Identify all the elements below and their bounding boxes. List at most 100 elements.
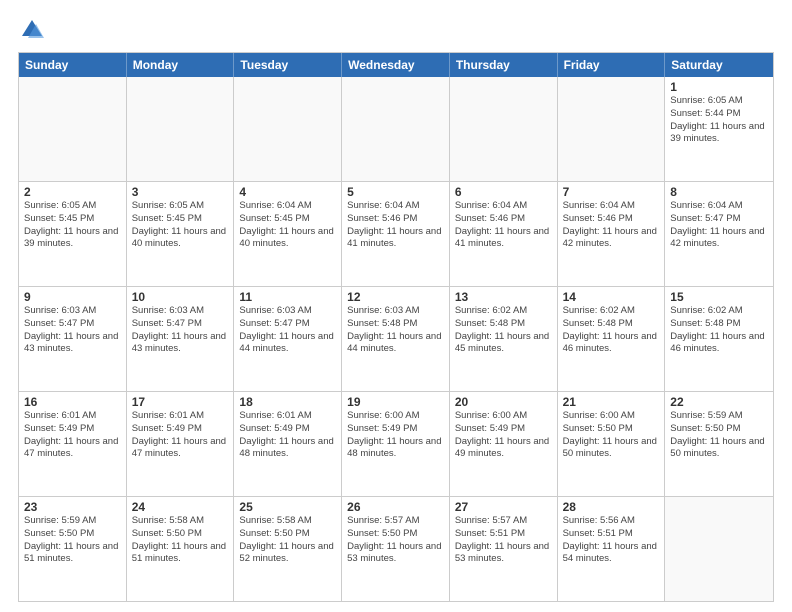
calendar-cell: 12Sunrise: 6:03 AM Sunset: 5:48 PM Dayli… <box>342 287 450 391</box>
day-info: Sunrise: 6:03 AM Sunset: 5:48 PM Dayligh… <box>347 305 444 356</box>
day-info: Sunrise: 6:02 AM Sunset: 5:48 PM Dayligh… <box>455 305 552 356</box>
day-number: 9 <box>24 290 121 304</box>
calendar-week-2: 2Sunrise: 6:05 AM Sunset: 5:45 PM Daylig… <box>19 181 773 286</box>
day-info: Sunrise: 6:03 AM Sunset: 5:47 PM Dayligh… <box>239 305 336 356</box>
calendar-cell: 10Sunrise: 6:03 AM Sunset: 5:47 PM Dayli… <box>127 287 235 391</box>
calendar-cell: 13Sunrise: 6:02 AM Sunset: 5:48 PM Dayli… <box>450 287 558 391</box>
page: SundayMondayTuesdayWednesdayThursdayFrid… <box>0 0 792 612</box>
calendar-cell: 20Sunrise: 6:00 AM Sunset: 5:49 PM Dayli… <box>450 392 558 496</box>
day-info: Sunrise: 5:57 AM Sunset: 5:50 PM Dayligh… <box>347 515 444 566</box>
day-info: Sunrise: 6:04 AM Sunset: 5:45 PM Dayligh… <box>239 200 336 251</box>
calendar-body: 1Sunrise: 6:05 AM Sunset: 5:44 PM Daylig… <box>19 77 773 601</box>
day-number: 6 <box>455 185 552 199</box>
day-number: 4 <box>239 185 336 199</box>
day-number: 14 <box>563 290 660 304</box>
calendar-cell: 9Sunrise: 6:03 AM Sunset: 5:47 PM Daylig… <box>19 287 127 391</box>
day-info: Sunrise: 6:05 AM Sunset: 5:44 PM Dayligh… <box>670 95 768 146</box>
header-day-sunday: Sunday <box>19 53 127 77</box>
header-day-friday: Friday <box>558 53 666 77</box>
day-number: 2 <box>24 185 121 199</box>
calendar-week-5: 23Sunrise: 5:59 AM Sunset: 5:50 PM Dayli… <box>19 496 773 601</box>
calendar-cell: 14Sunrise: 6:02 AM Sunset: 5:48 PM Dayli… <box>558 287 666 391</box>
calendar-cell: 24Sunrise: 5:58 AM Sunset: 5:50 PM Dayli… <box>127 497 235 601</box>
calendar-cell: 8Sunrise: 6:04 AM Sunset: 5:47 PM Daylig… <box>665 182 773 286</box>
day-info: Sunrise: 6:05 AM Sunset: 5:45 PM Dayligh… <box>24 200 121 251</box>
day-number: 27 <box>455 500 552 514</box>
day-number: 5 <box>347 185 444 199</box>
calendar-cell <box>665 497 773 601</box>
header-day-tuesday: Tuesday <box>234 53 342 77</box>
calendar-week-3: 9Sunrise: 6:03 AM Sunset: 5:47 PM Daylig… <box>19 286 773 391</box>
day-info: Sunrise: 6:04 AM Sunset: 5:46 PM Dayligh… <box>347 200 444 251</box>
day-number: 20 <box>455 395 552 409</box>
calendar-cell: 16Sunrise: 6:01 AM Sunset: 5:49 PM Dayli… <box>19 392 127 496</box>
logo-icon <box>18 16 46 44</box>
day-info: Sunrise: 5:58 AM Sunset: 5:50 PM Dayligh… <box>239 515 336 566</box>
day-info: Sunrise: 6:03 AM Sunset: 5:47 PM Dayligh… <box>132 305 229 356</box>
calendar-cell: 27Sunrise: 5:57 AM Sunset: 5:51 PM Dayli… <box>450 497 558 601</box>
day-number: 21 <box>563 395 660 409</box>
calendar-cell <box>19 77 127 181</box>
header-day-monday: Monday <box>127 53 235 77</box>
day-number: 1 <box>670 80 768 94</box>
day-number: 15 <box>670 290 768 304</box>
calendar-cell: 23Sunrise: 5:59 AM Sunset: 5:50 PM Dayli… <box>19 497 127 601</box>
day-info: Sunrise: 5:58 AM Sunset: 5:50 PM Dayligh… <box>132 515 229 566</box>
calendar-cell: 21Sunrise: 6:00 AM Sunset: 5:50 PM Dayli… <box>558 392 666 496</box>
day-info: Sunrise: 5:57 AM Sunset: 5:51 PM Dayligh… <box>455 515 552 566</box>
calendar-week-1: 1Sunrise: 6:05 AM Sunset: 5:44 PM Daylig… <box>19 77 773 181</box>
calendar-cell <box>558 77 666 181</box>
day-info: Sunrise: 6:01 AM Sunset: 5:49 PM Dayligh… <box>24 410 121 461</box>
calendar-cell: 4Sunrise: 6:04 AM Sunset: 5:45 PM Daylig… <box>234 182 342 286</box>
calendar: SundayMondayTuesdayWednesdayThursdayFrid… <box>18 52 774 602</box>
calendar-cell: 3Sunrise: 6:05 AM Sunset: 5:45 PM Daylig… <box>127 182 235 286</box>
calendar-cell: 22Sunrise: 5:59 AM Sunset: 5:50 PM Dayli… <box>665 392 773 496</box>
day-info: Sunrise: 6:00 AM Sunset: 5:50 PM Dayligh… <box>563 410 660 461</box>
calendar-cell: 26Sunrise: 5:57 AM Sunset: 5:50 PM Dayli… <box>342 497 450 601</box>
calendar-header: SundayMondayTuesdayWednesdayThursdayFrid… <box>19 53 773 77</box>
day-number: 25 <box>239 500 336 514</box>
day-info: Sunrise: 6:03 AM Sunset: 5:47 PM Dayligh… <box>24 305 121 356</box>
day-info: Sunrise: 6:00 AM Sunset: 5:49 PM Dayligh… <box>347 410 444 461</box>
day-number: 8 <box>670 185 768 199</box>
calendar-cell <box>127 77 235 181</box>
day-info: Sunrise: 6:01 AM Sunset: 5:49 PM Dayligh… <box>132 410 229 461</box>
day-number: 19 <box>347 395 444 409</box>
day-number: 12 <box>347 290 444 304</box>
day-number: 16 <box>24 395 121 409</box>
calendar-cell: 5Sunrise: 6:04 AM Sunset: 5:46 PM Daylig… <box>342 182 450 286</box>
calendar-cell: 25Sunrise: 5:58 AM Sunset: 5:50 PM Dayli… <box>234 497 342 601</box>
day-number: 10 <box>132 290 229 304</box>
day-info: Sunrise: 6:04 AM Sunset: 5:46 PM Dayligh… <box>455 200 552 251</box>
calendar-cell: 19Sunrise: 6:00 AM Sunset: 5:49 PM Dayli… <box>342 392 450 496</box>
day-number: 11 <box>239 290 336 304</box>
calendar-cell: 2Sunrise: 6:05 AM Sunset: 5:45 PM Daylig… <box>19 182 127 286</box>
header <box>18 16 774 44</box>
calendar-cell: 28Sunrise: 5:56 AM Sunset: 5:51 PM Dayli… <box>558 497 666 601</box>
day-number: 3 <box>132 185 229 199</box>
calendar-cell: 15Sunrise: 6:02 AM Sunset: 5:48 PM Dayli… <box>665 287 773 391</box>
day-info: Sunrise: 6:02 AM Sunset: 5:48 PM Dayligh… <box>670 305 768 356</box>
calendar-cell: 11Sunrise: 6:03 AM Sunset: 5:47 PM Dayli… <box>234 287 342 391</box>
day-info: Sunrise: 5:59 AM Sunset: 5:50 PM Dayligh… <box>670 410 768 461</box>
day-number: 28 <box>563 500 660 514</box>
day-info: Sunrise: 6:04 AM Sunset: 5:46 PM Dayligh… <box>563 200 660 251</box>
day-info: Sunrise: 6:04 AM Sunset: 5:47 PM Dayligh… <box>670 200 768 251</box>
day-number: 22 <box>670 395 768 409</box>
day-number: 23 <box>24 500 121 514</box>
day-info: Sunrise: 6:02 AM Sunset: 5:48 PM Dayligh… <box>563 305 660 356</box>
day-number: 7 <box>563 185 660 199</box>
day-number: 17 <box>132 395 229 409</box>
day-number: 18 <box>239 395 336 409</box>
calendar-cell: 6Sunrise: 6:04 AM Sunset: 5:46 PM Daylig… <box>450 182 558 286</box>
day-info: Sunrise: 6:05 AM Sunset: 5:45 PM Dayligh… <box>132 200 229 251</box>
calendar-week-4: 16Sunrise: 6:01 AM Sunset: 5:49 PM Dayli… <box>19 391 773 496</box>
header-day-wednesday: Wednesday <box>342 53 450 77</box>
day-info: Sunrise: 5:59 AM Sunset: 5:50 PM Dayligh… <box>24 515 121 566</box>
logo <box>18 16 50 44</box>
calendar-cell <box>234 77 342 181</box>
day-number: 13 <box>455 290 552 304</box>
day-number: 26 <box>347 500 444 514</box>
day-info: Sunrise: 6:00 AM Sunset: 5:49 PM Dayligh… <box>455 410 552 461</box>
calendar-cell <box>450 77 558 181</box>
